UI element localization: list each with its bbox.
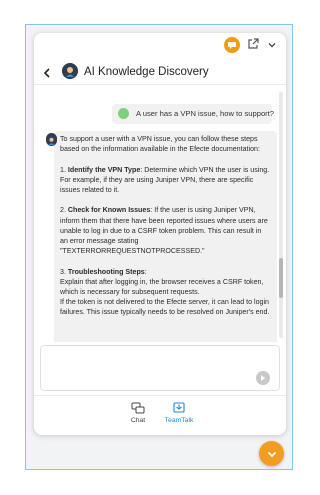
chevron-left-icon[interactable] xyxy=(42,66,52,78)
bot-avatar xyxy=(46,133,57,146)
chat-panel: AI Knowledge Discovery A user has a VPN … xyxy=(34,33,286,435)
scrollbar[interactable] xyxy=(279,92,283,338)
scrollbar-thumb[interactable] xyxy=(279,258,283,298)
tab-chat-label: Chat xyxy=(130,417,146,424)
user-avatar xyxy=(118,108,129,119)
bot-message-step-2: 2. Check for Known Issues: If the user i… xyxy=(60,206,268,256)
window-toolbar xyxy=(34,33,286,57)
tab-teamtalk-label: TeamTalk xyxy=(164,417,194,424)
chat-bubble-icon[interactable] xyxy=(224,37,240,53)
message-input[interactable] xyxy=(40,345,280,391)
chat-header: AI Knowledge Discovery xyxy=(34,59,286,85)
chat-icon xyxy=(131,402,145,414)
assistant-avatar xyxy=(62,63,78,79)
message-list[interactable]: A user has a VPN issue, how to support? … xyxy=(34,86,286,342)
open-external-icon[interactable] xyxy=(246,37,260,51)
bot-message-step-3: 3. Troubleshooting Steps: Explain that a… xyxy=(60,267,270,317)
page-title: AI Knowledge Discovery xyxy=(84,66,209,78)
send-arrow-icon xyxy=(261,375,265,381)
user-message-text: A user has a VPN issue, how to support? xyxy=(136,109,275,118)
collapse-fab[interactable] xyxy=(259,441,284,466)
bottom-navigation: Chat TeamTalk xyxy=(34,395,286,435)
send-button[interactable] xyxy=(256,371,270,385)
bot-message-step-1: 1. Identify the VPN Type: Determine whic… xyxy=(60,165,270,194)
bot-message-intro: To support a user with a VPN issue, you … xyxy=(60,135,260,154)
chevron-down-icon xyxy=(267,451,276,457)
teamtalk-icon xyxy=(173,402,185,413)
bot-message: To support a user with a VPN issue, you … xyxy=(54,131,277,342)
chevron-down-icon[interactable] xyxy=(266,38,278,50)
tab-teamtalk[interactable]: TeamTalk xyxy=(154,402,204,424)
user-message: A user has a VPN issue, how to support? xyxy=(112,104,275,124)
